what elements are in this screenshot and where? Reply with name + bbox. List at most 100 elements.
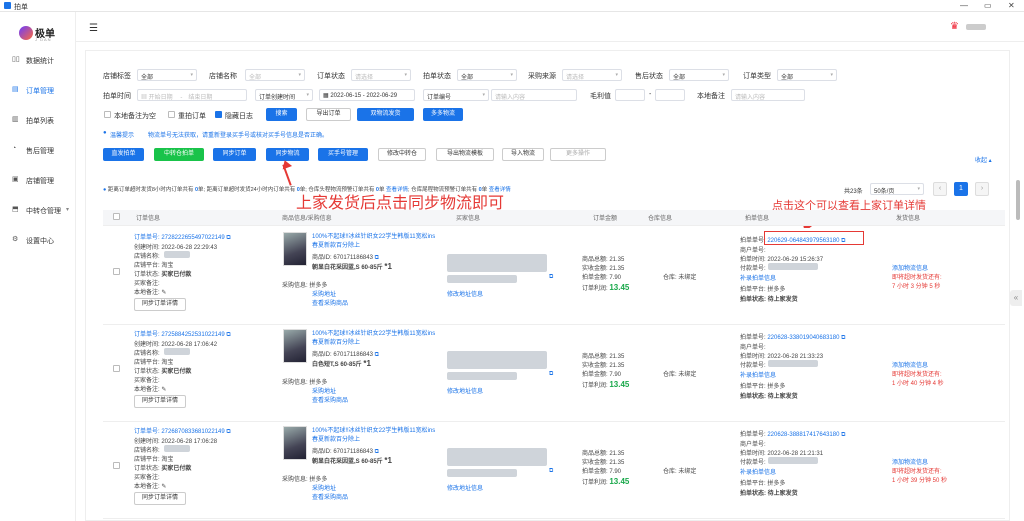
shop-name-select[interactable]: 全部 ▾ — [245, 69, 305, 81]
pd-date-range[interactable]: ▦ 开始日期 - 结束日期 — [137, 89, 247, 101]
dual-ship-button[interactable]: 双物流发货 — [357, 108, 414, 121]
sidebar-item-pd-list[interactable]: ▥ 拍单列表 — [0, 112, 76, 128]
maximize-icon[interactable]: ▭ — [984, 1, 992, 10]
order-no-select[interactable]: 订单编号 ▾ — [423, 89, 489, 101]
repeat-order-checkbox[interactable] — [168, 111, 175, 118]
gross-max-input[interactable] — [655, 89, 685, 101]
view-purchase-link[interactable]: 查看采购商品 — [312, 395, 348, 404]
copy-icon[interactable]: ⧉ — [549, 274, 553, 281]
order-time-select[interactable]: 订单创建时间 ▾ — [255, 89, 313, 101]
hide-log-checkbox[interactable] — [215, 111, 222, 118]
edit-icon[interactable]: ✎ — [161, 387, 166, 393]
import-logistics-button[interactable]: 导入物流 — [502, 148, 544, 161]
order-no[interactable]: 订单单号: 2725884252531022149 ⧉ — [134, 329, 231, 339]
direct-pd-button[interactable]: 直发拍单 — [103, 148, 144, 161]
pd-status-select[interactable]: 全部 ▾ — [457, 69, 517, 81]
order-no-input[interactable]: 请输入内容 — [491, 89, 577, 101]
gross-min-input[interactable] — [615, 89, 645, 101]
local-note-input[interactable]: 请输入内容 — [731, 89, 805, 101]
copy-icon[interactable]: ⧉ — [549, 468, 553, 475]
view-detail-link[interactable]: 查看详情 — [489, 187, 511, 193]
pd-no[interactable]: 拍单单号: 220628-338019040683180 ⧉ — [740, 332, 845, 342]
order-status-select[interactable]: 请选择 ▾ — [351, 69, 411, 81]
order-date-range[interactable]: ▦ 2022-06-15 - 2022-06-29 — [319, 89, 415, 101]
copy-icon[interactable]: ⧉ — [841, 335, 845, 341]
sidebar-item-orders[interactable]: ▤ 订单管理 — [0, 82, 76, 98]
prev-page-button[interactable]: ‹ — [933, 182, 947, 196]
row-checkbox[interactable] — [113, 462, 120, 469]
sidebar-item-shops[interactable]: ▣ 店铺管理 — [0, 172, 76, 188]
product-thumbnail[interactable] — [283, 426, 307, 460]
purchase-address-link[interactable]: 采购地址 — [312, 483, 336, 492]
view-purchase-link[interactable]: 查看采购商品 — [312, 298, 348, 307]
close-icon[interactable]: ✕ — [1008, 1, 1015, 10]
order-icon: ▤ — [12, 86, 19, 93]
multi-ship-button[interactable]: 多多物流 — [423, 108, 463, 121]
view-detail-link[interactable]: 查看详情 — [386, 187, 408, 193]
scrollbar[interactable] — [1016, 180, 1020, 220]
sidebar-item-stats[interactable]: ▯▯ 数据统计 — [0, 52, 76, 68]
side-collapse-tab[interactable]: « — [1010, 290, 1022, 306]
order-no[interactable]: 订单单号: 2728222655497022149 ⧉ — [134, 232, 231, 242]
collapse-link[interactable]: 收起 ▴ — [975, 155, 992, 164]
copy-icon[interactable]: ⧉ — [375, 352, 379, 358]
copy-icon[interactable]: ⧉ — [375, 449, 379, 455]
edit-icon[interactable]: ✎ — [161, 290, 166, 296]
copy-icon[interactable]: ⧉ — [549, 371, 553, 378]
pd-no[interactable]: 拍单单号: 220628-388817417643180 ⧉ — [740, 429, 845, 439]
purchase-address-link[interactable]: 采购地址 — [312, 386, 336, 395]
product-thumbnail[interactable] — [283, 329, 307, 363]
add-logistics-link[interactable]: 添加物流信息 — [892, 457, 928, 466]
copy-icon[interactable]: ⧉ — [375, 255, 379, 261]
row-checkbox[interactable] — [113, 365, 120, 372]
page-1-button[interactable]: 1 — [954, 182, 968, 196]
copy-icon[interactable]: ⧉ — [226, 332, 230, 338]
menu-icon[interactable]: ☰ — [89, 23, 98, 34]
copy-icon[interactable]: ⧉ — [841, 432, 845, 438]
row-checkbox[interactable] — [113, 268, 120, 275]
edit-address-link[interactable]: 修改地址信息 — [447, 289, 483, 298]
sync-order-detail-button[interactable]: 同步订单详情 — [134, 395, 186, 408]
add-logistics-link[interactable]: 添加物流信息 — [892, 263, 928, 272]
purchase-source-select[interactable]: 请选择 ▾ — [562, 69, 622, 81]
view-purchase-link[interactable]: 查看采购商品 — [312, 492, 348, 501]
export-orders-button[interactable]: 导出订单 — [306, 108, 351, 121]
order-no[interactable]: 订单单号: 2726870833681022149 ⧉ — [134, 426, 231, 436]
product-title[interactable]: 100%不起球!!冰丝针织女22学生韩版11宽松ins春夏新款百分除上 — [312, 233, 440, 251]
sync-orders-button[interactable]: 同步订单 — [213, 148, 256, 161]
product-title[interactable]: 100%不起球!!冰丝针织女22学生韩版11宽松ins春夏新款百分除上 — [312, 330, 440, 348]
edit-warehouse-button[interactable]: 修改中转仓 — [378, 148, 426, 161]
transfer-pd-button[interactable]: 中转仓拍单 — [154, 148, 204, 161]
purchase-address-link[interactable]: 采购地址 — [312, 289, 336, 298]
sidebar-item-warehouse[interactable]: ⬒ 中转仓管理 ▾ — [0, 202, 76, 218]
aftersale-status-select[interactable]: 全部 ▾ — [669, 69, 729, 81]
buyer-accounts-button[interactable]: 买手号管理 — [318, 148, 368, 161]
note-empty-checkbox[interactable] — [104, 111, 111, 118]
sync-order-detail-button[interactable]: 同步订单详情 — [134, 492, 186, 505]
ship-countdown: 7 小时 3 分钟 5 秒 — [892, 284, 941, 290]
avatar[interactable] — [966, 24, 986, 30]
export-template-button[interactable]: 导出物流模板 — [436, 148, 494, 161]
more-actions-button[interactable]: 更多操作 — [550, 148, 606, 161]
edit-icon[interactable]: ✎ — [161, 484, 166, 490]
fill-pd-info-link[interactable]: 补录拍单信息 — [740, 467, 776, 476]
minimize-icon[interactable]: — — [960, 1, 968, 10]
select-all-checkbox[interactable] — [113, 213, 120, 220]
product-title[interactable]: 100%不起球!!冰丝针织女22学生韩版11宽松ins春夏新款百分除上 — [312, 427, 440, 445]
fill-pd-info-link[interactable]: 补录拍单信息 — [740, 273, 776, 282]
order-type-select[interactable]: 全部 ▾ — [777, 69, 837, 81]
edit-address-link[interactable]: 修改地址信息 — [447, 483, 483, 492]
fill-pd-info-link[interactable]: 补录拍单信息 — [740, 370, 776, 379]
search-button[interactable]: 搜索 — [266, 108, 297, 121]
copy-icon[interactable]: ⧉ — [226, 429, 230, 435]
next-page-button[interactable]: › — [975, 182, 989, 196]
product-thumbnail[interactable] — [283, 232, 307, 266]
edit-address-link[interactable]: 修改地址信息 — [447, 386, 483, 395]
add-logistics-link[interactable]: 添加物流信息 — [892, 360, 928, 369]
sync-order-detail-button[interactable]: 同步订单详情 — [134, 298, 186, 311]
page-size-select[interactable]: 50条/页 ▾ — [870, 183, 924, 195]
copy-icon[interactable]: ⧉ — [226, 235, 230, 241]
sidebar-item-settings[interactable]: ⚙ 设置中心 — [0, 232, 76, 248]
shop-tag-select[interactable]: 全部 ▾ — [137, 69, 197, 81]
sidebar-item-aftersale[interactable]: ◔ 售后管理 — [0, 142, 76, 158]
